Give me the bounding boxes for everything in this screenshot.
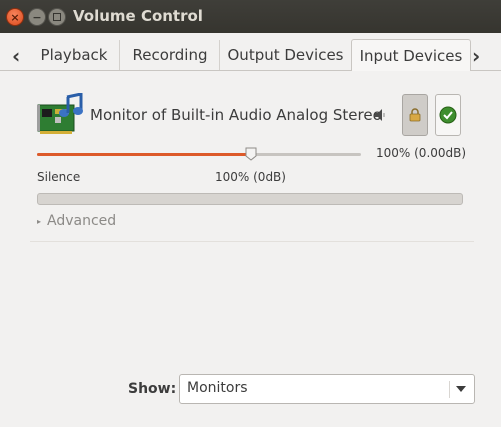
set-default-button[interactable] — [435, 94, 461, 136]
hundred-percent-label: 100% (0dB) — [215, 170, 286, 184]
input-devices-panel: Monitor of Built-in Audio Analog Stereo … — [0, 71, 501, 427]
divider — [30, 241, 474, 242]
tab-output-devices[interactable]: Output Devices — [219, 40, 351, 70]
minimize-icon: − — [32, 10, 42, 24]
chevron-right-icon: › — [472, 44, 481, 68]
advanced-expander[interactable]: ▸ Advanced — [37, 213, 116, 229]
tab-scroll-left-button[interactable]: ‹ — [12, 44, 20, 68]
lock-channels-toggle[interactable] — [402, 94, 428, 136]
show-label: Show: — [128, 381, 177, 397]
close-window-button[interactable]: × — [6, 8, 24, 26]
maximize-window-button[interactable] — [48, 8, 66, 26]
titlebar: × − Volume Control — [0, 0, 501, 33]
minimize-window-button[interactable]: − — [28, 8, 46, 26]
advanced-label: Advanced — [47, 213, 117, 229]
tab-bar: ‹ Playback Recording Output Devices Inpu… — [0, 39, 501, 72]
volume-readout: 100% (0.00dB) — [376, 146, 467, 160]
volume-slider-fill — [37, 153, 251, 156]
maximize-icon — [53, 13, 61, 21]
lock-icon — [409, 108, 421, 122]
tab-input-devices[interactable]: Input Devices — [351, 39, 471, 72]
chevron-down-icon — [456, 386, 466, 392]
mute-speaker-button[interactable] — [373, 107, 389, 123]
peak-level-meter — [37, 193, 463, 205]
expander-triangle-icon: ▸ — [37, 216, 42, 226]
tab-scroll-right-button[interactable]: › — [472, 44, 480, 68]
dropdown-separator — [449, 381, 450, 398]
audio-card-icon — [37, 93, 83, 134]
chevron-left-icon: ‹ — [12, 44, 21, 68]
volume-slider-track[interactable] — [37, 153, 361, 156]
volume-control-window: × − Volume Control ‹ Playback Recording … — [0, 0, 501, 427]
tab-playback[interactable]: Playback — [30, 40, 118, 70]
checkmark-icon — [439, 106, 457, 124]
silence-label: Silence — [37, 170, 81, 184]
volume-slider-handle[interactable] — [245, 147, 257, 161]
show-dropdown[interactable]: Monitors — [179, 374, 475, 404]
show-dropdown-value: Monitors — [187, 380, 248, 396]
window-title: Volume Control — [73, 7, 203, 25]
device-name: Monitor of Built-in Audio Analog Stereo — [90, 106, 382, 124]
close-icon: × — [10, 10, 20, 24]
tab-recording[interactable]: Recording — [119, 40, 220, 70]
